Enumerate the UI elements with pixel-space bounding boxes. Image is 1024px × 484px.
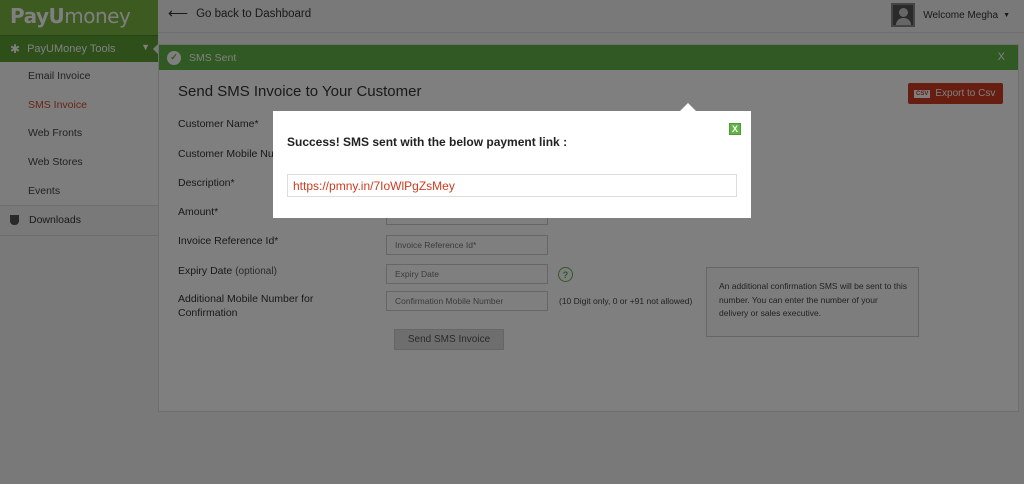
modal-pointer <box>680 103 696 111</box>
modal-close-button[interactable]: X <box>729 123 741 135</box>
payment-link-field[interactable]: https://pmny.in/7IoWlPgZsMey <box>287 174 737 197</box>
success-modal: X Success! SMS sent with the below payme… <box>273 103 751 218</box>
modal-overlay[interactable] <box>0 0 1024 484</box>
modal-message: Success! SMS sent with the below payment… <box>287 135 568 149</box>
